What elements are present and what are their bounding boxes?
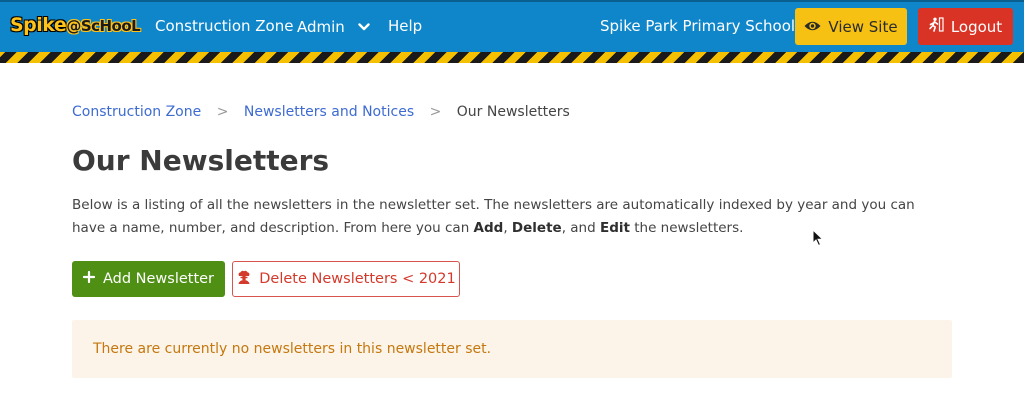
breadcrumb-separator: > xyxy=(216,104,229,120)
top-navbar: Spike@ScHooL Construction Zone Admin Hel… xyxy=(0,0,1024,52)
delete-old-newsletters-label: Delete Newsletters < 2021 xyxy=(259,271,456,287)
intro-text-end: the newsletters. xyxy=(629,220,744,236)
nav-construction-zone[interactable]: Construction Zone xyxy=(155,17,293,35)
logo-school-text: @ScHooL xyxy=(66,17,141,35)
breadcrumb-separator: > xyxy=(429,104,442,120)
intro-separator: , xyxy=(503,220,512,236)
nuke-icon xyxy=(236,270,252,289)
add-newsletter-button[interactable]: Add Newsletter xyxy=(72,261,225,297)
school-name: Spike Park Primary School xyxy=(600,17,796,35)
intro-separator: , and xyxy=(561,220,600,236)
plus-icon xyxy=(82,270,96,287)
page-title: Our Newsletters xyxy=(72,144,330,177)
hazard-stripe-divider xyxy=(0,52,1024,63)
logout-label: Logout xyxy=(950,17,1003,36)
running-exit-icon xyxy=(929,17,944,36)
add-newsletter-label: Add Newsletter xyxy=(102,271,215,287)
nav-admin-dropdown[interactable]: Admin xyxy=(297,17,370,36)
logout-button[interactable]: Logout xyxy=(918,8,1013,45)
chevron-down-icon xyxy=(357,17,370,35)
delete-old-newsletters-button[interactable]: Delete Newsletters < 2021 xyxy=(232,261,460,297)
empty-state-text: There are currently no newsletters in th… xyxy=(93,341,492,357)
empty-state-notice: There are currently no newsletters in th… xyxy=(72,320,952,378)
breadcrumb: Construction Zone > Newsletters and Noti… xyxy=(72,104,570,120)
breadcrumb-current: Our Newsletters xyxy=(456,104,570,120)
nav-help[interactable]: Help xyxy=(388,17,422,35)
mouse-pointer-icon xyxy=(812,228,824,251)
eye-icon xyxy=(804,18,821,36)
view-site-label: View Site xyxy=(828,17,898,36)
breadcrumb-newsletters-and-notices[interactable]: Newsletters and Notices xyxy=(244,104,414,120)
nav-admin-label: Admin xyxy=(297,18,345,36)
intro-add-keyword: Add xyxy=(473,220,504,236)
intro-delete-keyword: Delete xyxy=(511,220,562,236)
logo-spike-text: Spike xyxy=(10,14,67,36)
intro-edit-keyword: Edit xyxy=(599,220,630,236)
spike-school-logo[interactable]: Spike@ScHooL xyxy=(10,14,141,36)
view-site-button[interactable]: View Site xyxy=(795,8,907,45)
breadcrumb-construction-zone[interactable]: Construction Zone xyxy=(72,104,201,120)
